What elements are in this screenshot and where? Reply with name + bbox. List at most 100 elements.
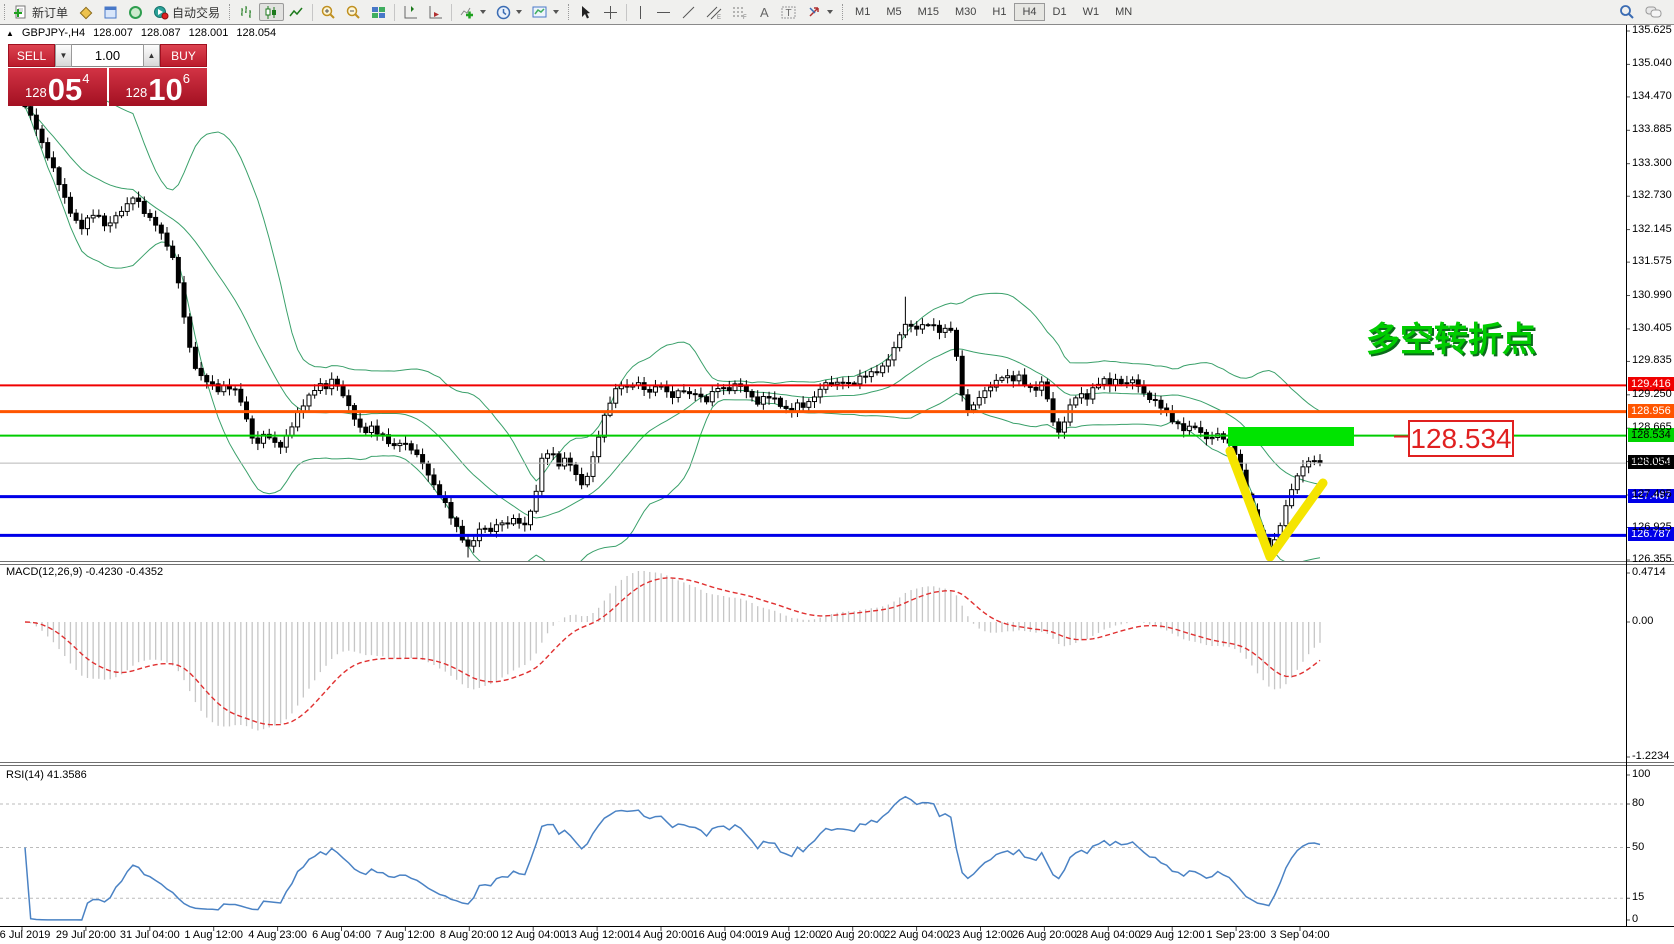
timeframe-button-H4[interactable]: H4 <box>1014 3 1044 21</box>
sell-price-pip: 4 <box>82 71 89 86</box>
timeframe-button-M15[interactable]: M15 <box>910 3 947 21</box>
timeframe-button-M1[interactable]: M1 <box>847 3 878 21</box>
cursor-button[interactable] <box>573 3 598 21</box>
periods-button[interactable] <box>491 3 527 21</box>
timeframe-button-W1[interactable]: W1 <box>1075 3 1108 21</box>
text-button[interactable]: A <box>753 3 776 21</box>
templates-button[interactable] <box>527 3 564 21</box>
bar-chart-icon <box>239 5 254 20</box>
timeframe-button-MN[interactable]: MN <box>1107 3 1140 21</box>
dropdown-caret <box>827 10 833 14</box>
line-chart-icon <box>289 5 304 20</box>
panel-separator[interactable] <box>0 561 1674 562</box>
fibonacci-button[interactable]: F <box>727 3 753 21</box>
text-label-button[interactable]: T <box>776 3 802 21</box>
zoom-in-button[interactable] <box>316 3 341 21</box>
panel-separator[interactable] <box>0 564 1674 565</box>
panel-separator[interactable] <box>0 762 1674 763</box>
rsi-indicator-label: RSI(14) 41.3586 <box>6 769 87 781</box>
rsi-line <box>25 797 1320 920</box>
buy-price-prefix: 128 <box>126 85 148 100</box>
sell-price-big: 05 <box>48 77 82 103</box>
data-window-button[interactable] <box>98 3 123 21</box>
zoom-in-icon <box>321 5 336 20</box>
toolbar: 新订单 自动交易 E F A T <box>0 0 1674 25</box>
green-zone-annotation[interactable] <box>1228 427 1354 446</box>
panel-separator[interactable] <box>0 765 1674 766</box>
sell-price-tile[interactable]: 128 05 4 <box>8 68 107 106</box>
macd-indicator-label: MACD(12,26,9) -0.4230 -0.4352 <box>6 566 163 578</box>
chat-button[interactable] <box>1640 3 1668 21</box>
market-watch-button[interactable] <box>73 3 98 21</box>
volume-decrease-button[interactable]: ▼ <box>55 44 72 67</box>
chart-shift-icon <box>403 5 418 20</box>
chart-plot-area[interactable] <box>0 0 1674 944</box>
timeframe-button-M5[interactable]: M5 <box>878 3 909 21</box>
symbol-info: ▲ GBPJPY-,H4 128.007 128.087 128.001 128… <box>6 27 276 39</box>
time-axis-line[interactable] <box>0 926 1674 927</box>
volume-increase-button[interactable]: ▲ <box>143 44 160 67</box>
horizontal-line-icon <box>656 5 671 20</box>
data-window-icon <box>103 5 118 20</box>
tile-windows-button[interactable] <box>366 3 391 21</box>
price-callout-box[interactable]: 128.534 <box>1408 420 1514 457</box>
ohlc-high: 128.087 <box>141 27 181 39</box>
horizontal-line-button[interactable] <box>651 3 676 21</box>
svg-text:F: F <box>743 15 747 20</box>
periods-clock-icon <box>496 5 511 20</box>
trendline-button[interactable] <box>676 3 701 21</box>
candlestick-chart-button[interactable] <box>259 3 284 21</box>
price-axis-line[interactable] <box>1626 24 1627 926</box>
channel-button[interactable]: E <box>701 3 727 21</box>
crosshair-button[interactable] <box>598 3 623 21</box>
toolbar-drag-handle[interactable] <box>4 4 5 20</box>
navigator-icon <box>128 5 143 20</box>
auto-scroll-button[interactable] <box>423 3 448 21</box>
volume-input[interactable] <box>72 44 143 67</box>
bar-chart-button[interactable] <box>234 3 259 21</box>
timeframe-button-M30[interactable]: M30 <box>947 3 984 21</box>
text-label-icon: T <box>781 5 797 20</box>
crosshair-icon <box>603 5 618 20</box>
new-order-label: 新订单 <box>32 4 68 21</box>
symbol-name: GBPJPY-,H4 <box>22 27 85 39</box>
fibonacci-icon: F <box>732 5 748 20</box>
timeframe-button-D1[interactable]: D1 <box>1045 3 1075 21</box>
auto-scroll-icon <box>428 5 443 20</box>
ohlc-low: 128.001 <box>189 27 229 39</box>
zoom-out-icon <box>346 5 361 20</box>
rsi-levels <box>0 804 1626 898</box>
line-chart-button[interactable] <box>284 3 309 21</box>
tile-windows-icon <box>371 5 386 20</box>
search-button[interactable] <box>1614 3 1640 21</box>
dropdown-caret <box>553 10 559 14</box>
indicators-button[interactable] <box>455 3 491 21</box>
autotrading-button[interactable]: 自动交易 <box>148 3 225 21</box>
navigator-button[interactable] <box>123 3 148 21</box>
svg-text:T: T <box>786 8 792 19</box>
vertical-line-icon <box>635 5 646 20</box>
toolbar-drag-handle[interactable] <box>842 4 843 20</box>
terminal-window: 新订单 自动交易 E F A T <box>0 0 1674 944</box>
vertical-line-button[interactable] <box>630 3 651 21</box>
cn-text-annotation[interactable]: 多空转折点 <box>1366 312 1536 361</box>
svg-text:E: E <box>717 15 721 20</box>
toolbar-drag-handle[interactable] <box>568 4 569 20</box>
buy-price-big: 10 <box>148 77 182 103</box>
timeframe-button-H1[interactable]: H1 <box>984 3 1014 21</box>
new-order-button[interactable]: 新订单 <box>9 3 73 21</box>
sell-button[interactable]: SELL <box>8 44 55 67</box>
symbol-collapse-icon[interactable]: ▲ <box>6 29 14 38</box>
zoom-out-button[interactable] <box>341 3 366 21</box>
ohlc-close: 128.054 <box>236 27 276 39</box>
buy-button[interactable]: BUY <box>160 44 207 67</box>
buy-price-tile[interactable]: 128 10 6 <box>109 68 208 106</box>
arrows-button[interactable] <box>802 3 838 21</box>
svg-text:A: A <box>760 5 769 20</box>
arrows-icon <box>807 5 822 20</box>
macd-histogram <box>25 571 1320 730</box>
chart-shift-button[interactable] <box>398 3 423 21</box>
autotrading-label: 自动交易 <box>172 4 220 21</box>
toolbar-drag-handle[interactable] <box>229 4 230 20</box>
dropdown-caret <box>480 10 486 14</box>
